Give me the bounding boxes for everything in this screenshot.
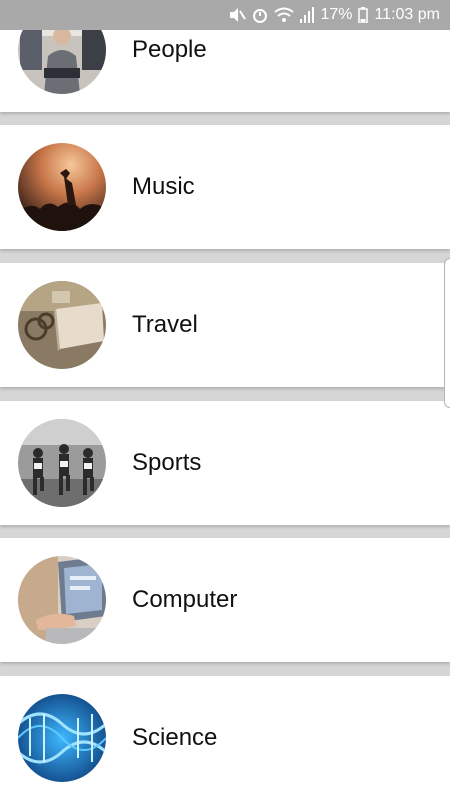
clock-time: 11:03 pm bbox=[374, 6, 440, 23]
alarm-icon bbox=[252, 7, 268, 23]
battery-icon bbox=[358, 7, 369, 23]
battery-percent: 17% bbox=[320, 6, 353, 23]
wifi-icon bbox=[274, 7, 295, 23]
scroll-handle[interactable] bbox=[444, 258, 450, 408]
category-label: Computer bbox=[132, 586, 238, 613]
category-label: Travel bbox=[132, 311, 198, 338]
mute-icon bbox=[228, 7, 247, 23]
category-item-sports[interactable]: Sports bbox=[0, 401, 450, 525]
category-label: Sports bbox=[132, 449, 202, 476]
category-label: Science bbox=[132, 724, 218, 751]
category-item-science[interactable]: Science bbox=[0, 676, 450, 800]
music-thumbnail bbox=[18, 143, 106, 231]
science-thumbnail bbox=[18, 694, 106, 782]
category-label: Music bbox=[132, 173, 195, 200]
status-bar: 17% 11:03 pm bbox=[0, 0, 450, 30]
category-item-travel[interactable]: Travel bbox=[0, 263, 450, 387]
category-item-music[interactable]: Music bbox=[0, 125, 450, 249]
travel-thumbnail bbox=[18, 281, 106, 369]
computer-thumbnail bbox=[18, 556, 106, 644]
category-item-computer[interactable]: Computer bbox=[0, 538, 450, 662]
sports-thumbnail bbox=[18, 419, 106, 507]
category-list: People Music Travel Sports Computer Scie… bbox=[0, 0, 450, 800]
signal-icon bbox=[300, 7, 315, 23]
